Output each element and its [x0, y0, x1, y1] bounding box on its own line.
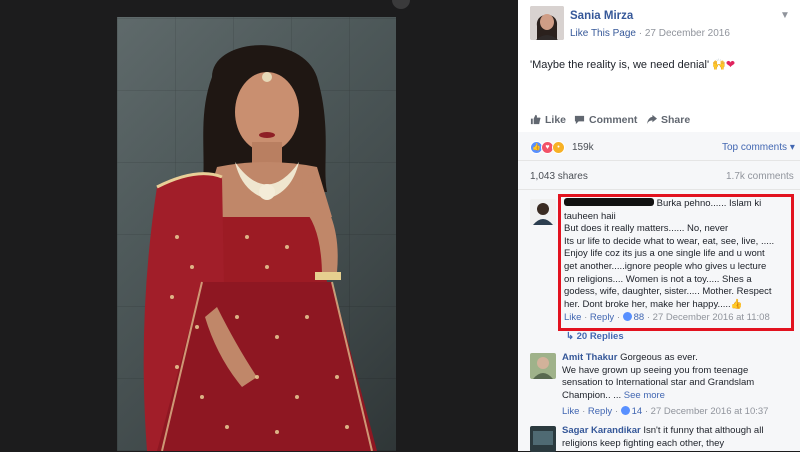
- like-reaction-icon: [622, 312, 632, 321]
- share-icon: [646, 114, 657, 125]
- reply-arrow-icon: ↳: [566, 331, 574, 342]
- close-icon[interactable]: [392, 0, 410, 9]
- comment-reaction-count[interactable]: 88: [634, 312, 645, 323]
- post-meta: Like This Page · 27 December 2016: [570, 28, 730, 39]
- post-author[interactable]: Sania Mirza: [570, 10, 633, 22]
- comment-like-link[interactable]: Like: [564, 312, 581, 323]
- shares-row: 1,043 shares 1.7k comments: [518, 161, 800, 190]
- comment-text: Sagar Karandikar Isn't it funny that alt…: [562, 425, 764, 449]
- comment-timestamp[interactable]: 27 December 2016 at 10:37: [651, 406, 769, 417]
- thumbs-up-icon: [530, 114, 541, 125]
- comment-like-link[interactable]: Like: [562, 406, 579, 417]
- post-photo[interactable]: [117, 17, 396, 451]
- comment-text: Amit Thakur Gorgeous as ever. We have gr…: [562, 352, 755, 401]
- comment-reply-link[interactable]: Reply: [588, 406, 612, 417]
- heart-icon: ❤: [725, 59, 736, 71]
- page-avatar[interactable]: [530, 6, 564, 40]
- shares-count[interactable]: 1,043 shares: [530, 171, 588, 182]
- comment-timestamp[interactable]: 27 December 2016 at 11:08: [653, 312, 770, 323]
- raised-hands-emoji: 🙌: [712, 59, 726, 71]
- chevron-down-icon[interactable]: ▼: [780, 10, 790, 21]
- comment-reaction-count[interactable]: 14: [632, 406, 643, 417]
- post-actions: Like Comment Share: [518, 110, 800, 133]
- meta-separator: ·: [638, 28, 643, 39]
- comment-actions: Like · Reply · 88 · 27 December 2016 at …: [564, 312, 770, 323]
- share-button[interactable]: Share: [646, 114, 690, 126]
- comment-author[interactable]: Amit Thakur: [562, 352, 617, 363]
- comments-list: Burka pehno...... Islam ki tauheen haii …: [518, 190, 800, 452]
- redacted-author-name: [564, 198, 654, 206]
- like-page-link[interactable]: Like This Page: [570, 28, 636, 39]
- comment-icon: [574, 115, 585, 125]
- comment-actions: Like · Reply · 14 · 27 December 2016 at …: [562, 406, 769, 417]
- comment-author[interactable]: Sagar Karandikar: [562, 425, 641, 436]
- post-date[interactable]: 27 December 2016: [645, 28, 730, 39]
- wow-reaction-icon[interactable]: •: [552, 141, 565, 154]
- like-reaction-icon: [620, 406, 630, 415]
- view-replies-link[interactable]: ↳ 20 Replies: [566, 331, 624, 342]
- reactions-count[interactable]: 159k: [572, 142, 594, 153]
- commenter-avatar[interactable]: [530, 353, 556, 379]
- post-text-body: 'Maybe the reality is, we need denial': [530, 59, 710, 71]
- comment-text: Burka pehno...... Islam ki tauheen haii …: [564, 198, 775, 310]
- post-text: 'Maybe the reality is, we need denial' 🙌…: [530, 58, 735, 71]
- thumbs-up-emoji: 👍: [730, 298, 743, 310]
- post-panel: Sania Mirza Like This Page · 27 December…: [518, 0, 800, 452]
- photo-theater: [0, 0, 518, 451]
- comment-button[interactable]: Comment: [574, 114, 637, 126]
- caret-down-icon: ▾: [789, 142, 795, 153]
- woman-in-red-bridal-lehenga-icon: [143, 45, 377, 451]
- reactions-row: 👍 ♥ • 159k Top comments ▾: [518, 132, 800, 161]
- like-button[interactable]: Like: [530, 114, 566, 126]
- comment-reply-link[interactable]: Reply: [590, 312, 614, 323]
- see-more-link[interactable]: See more: [624, 390, 665, 401]
- comments-count[interactable]: 1.7k comments: [726, 171, 794, 182]
- top-comments-dropdown[interactable]: Top comments ▾: [722, 142, 795, 153]
- commenter-avatar[interactable]: [530, 426, 556, 452]
- commenter-avatar[interactable]: [530, 199, 556, 225]
